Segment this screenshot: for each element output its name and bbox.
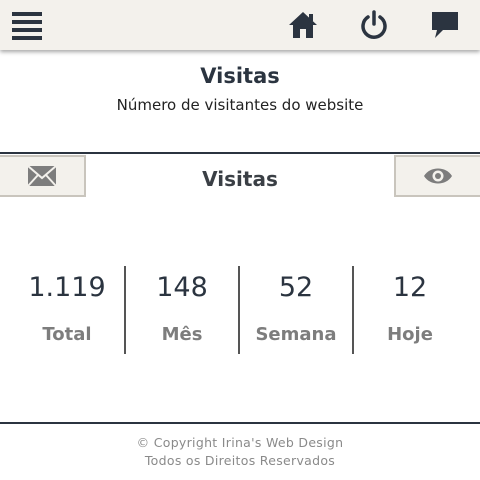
eye-icon (424, 168, 452, 184)
top-navigation-bar (0, 0, 480, 50)
stat-week: 52 Semana (238, 266, 352, 354)
stat-value: 12 (392, 272, 428, 303)
stat-value: 1.119 (28, 272, 106, 303)
page-subtitle: Número de visitantes do website (116, 96, 364, 114)
page-title: Visitas (200, 64, 280, 88)
stat-label: Mês (161, 324, 203, 345)
footer: © Copyright Irina's Web Design Todos os … (0, 434, 480, 470)
visit-stats: 1.119 Total 148 Mês 52 Semana 12 Hoje (10, 266, 474, 354)
stat-total: 1.119 Total (10, 266, 124, 354)
chat-icon[interactable] (430, 10, 460, 40)
menu-icon[interactable] (12, 12, 42, 40)
stat-label: Hoje (387, 324, 433, 345)
power-icon[interactable] (359, 10, 389, 40)
eye-button[interactable] (394, 155, 480, 197)
home-icon[interactable] (288, 10, 318, 40)
stat-today: 12 Hoje (352, 266, 466, 354)
stat-value: 148 (156, 272, 208, 303)
stat-month: 148 Mês (124, 266, 238, 354)
stat-label: Semana (255, 324, 337, 345)
stat-value: 52 (278, 272, 314, 303)
section-divider (0, 152, 480, 154)
footer-divider (0, 422, 480, 424)
stat-label: Total (42, 324, 92, 345)
footer-rights: Todos os Direitos Reservados (144, 453, 336, 468)
footer-copyright: © Copyright Irina's Web Design (136, 435, 344, 450)
